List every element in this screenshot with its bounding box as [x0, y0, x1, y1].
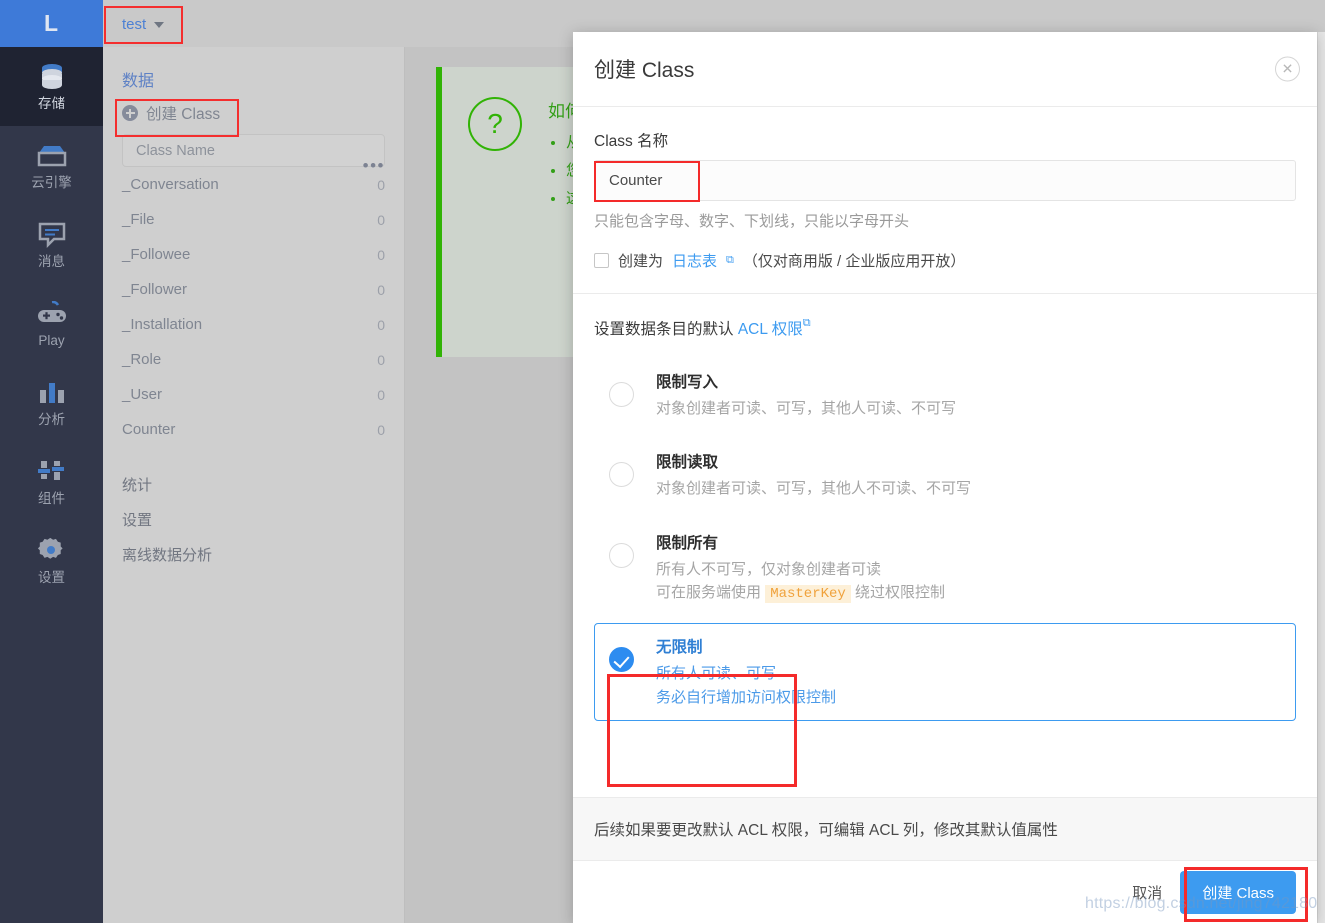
radio-button[interactable]: [609, 382, 634, 407]
app-root: L test 存储 云引擎 消息 Play 分析 组件 设置 数据 创建 Cla…: [0, 0, 1325, 923]
dialog-name-section: Class 名称 Counter 只能包含字母、数字、下划线，只能以字母开头 创…: [573, 107, 1317, 294]
option-desc-code-line: 可在服务端使用 MasterKey 绕过权限控制: [656, 581, 945, 606]
option-title: 限制读取: [656, 454, 719, 472]
external-link-icon: ⧉: [726, 254, 734, 266]
checkbox-prefix: 创建为: [618, 253, 664, 270]
dialog-header: 创建 Class ✕: [573, 32, 1317, 107]
acl-option-restrict-write[interactable]: 限制写入 对象创建者可读、可写，其他人可读、不可写: [594, 358, 1296, 432]
create-class-dialog: 创建 Class ✕ Class 名称 Counter 只能包含字母、数字、下划…: [573, 32, 1317, 923]
dialog-acl-section: 设置数据条目的默认 ACL 权限⧉ 限制写入 对象创建者可读、可写，其他人可读、…: [573, 294, 1317, 797]
masterkey-code: MasterKey: [765, 584, 851, 603]
modal-scrollbar[interactable]: [1317, 32, 1325, 923]
acl-option-unrestricted[interactable]: 无限制 所有人可读、可写 务必自行增加访问权限控制: [594, 623, 1296, 721]
log-table-link[interactable]: 日志表: [672, 250, 717, 271]
option-desc: 对象创建者可读、可写，其他人可读、不可写: [656, 400, 957, 417]
option-desc: 务必自行增加访问权限控制: [656, 688, 837, 706]
option-desc: 对象创建者可读、可写，其他人不可读、不可写: [656, 480, 972, 498]
class-name-hint: 只能包含字母、数字、下划线，只能以字母开头: [594, 213, 910, 230]
option-desc: 所有人不可写，仅对象创建者可读: [656, 560, 882, 578]
external-link-icon: ⧉: [802, 317, 811, 329]
watermark: https://blog.csdn.net/jing742180: [1085, 895, 1318, 912]
acl-option-restrict-read[interactable]: 限制读取 对象创建者可读、可写，其他人不可读、不可写: [594, 438, 1296, 512]
acl-section-title: 设置数据条目的默认 ACL 权限⧉: [594, 317, 1296, 339]
code-line-after: 绕过权限控制: [854, 583, 945, 601]
log-table-checkbox-row[interactable]: 创建为 日志表 ⧉ （仅对商用版 / 企业版应用开放）: [594, 250, 1296, 271]
dialog-title: 创建 Class: [594, 59, 695, 82]
acl-title-prefix: 设置数据条目的默认: [594, 321, 734, 338]
code-line-before: 可在服务端使用: [656, 583, 762, 601]
option-title: 限制写入: [656, 374, 719, 391]
class-name-label: Class 名称: [594, 133, 669, 150]
acl-option-restrict-all[interactable]: 限制所有 所有人不可写，仅对象创建者可读 可在服务端使用 MasterKey 绕…: [594, 519, 1296, 618]
option-title: 限制所有: [656, 534, 719, 552]
close-icon[interactable]: ✕: [1275, 56, 1300, 82]
radio-button[interactable]: [609, 462, 634, 488]
dialog-actions: 取消 创建 Class: [573, 861, 1317, 923]
radio-button[interactable]: [609, 542, 634, 568]
dialog-footer-note: 后续如果要更改默认 ACL 权限，可编辑 ACL 列，修改其默认值属性: [573, 797, 1317, 861]
class-name-input[interactable]: Counter: [594, 160, 1296, 201]
class-name-value: Counter: [609, 172, 663, 189]
radio-button-checked[interactable]: [609, 647, 634, 673]
acl-doc-link[interactable]: ACL 权限: [738, 321, 803, 338]
option-title: 无限制: [656, 639, 703, 657]
checkbox[interactable]: [594, 253, 609, 268]
option-desc: 所有人可读、可写: [656, 665, 777, 683]
checkbox-suffix: （仅对商用版 / 企业版应用开放）: [742, 253, 966, 270]
